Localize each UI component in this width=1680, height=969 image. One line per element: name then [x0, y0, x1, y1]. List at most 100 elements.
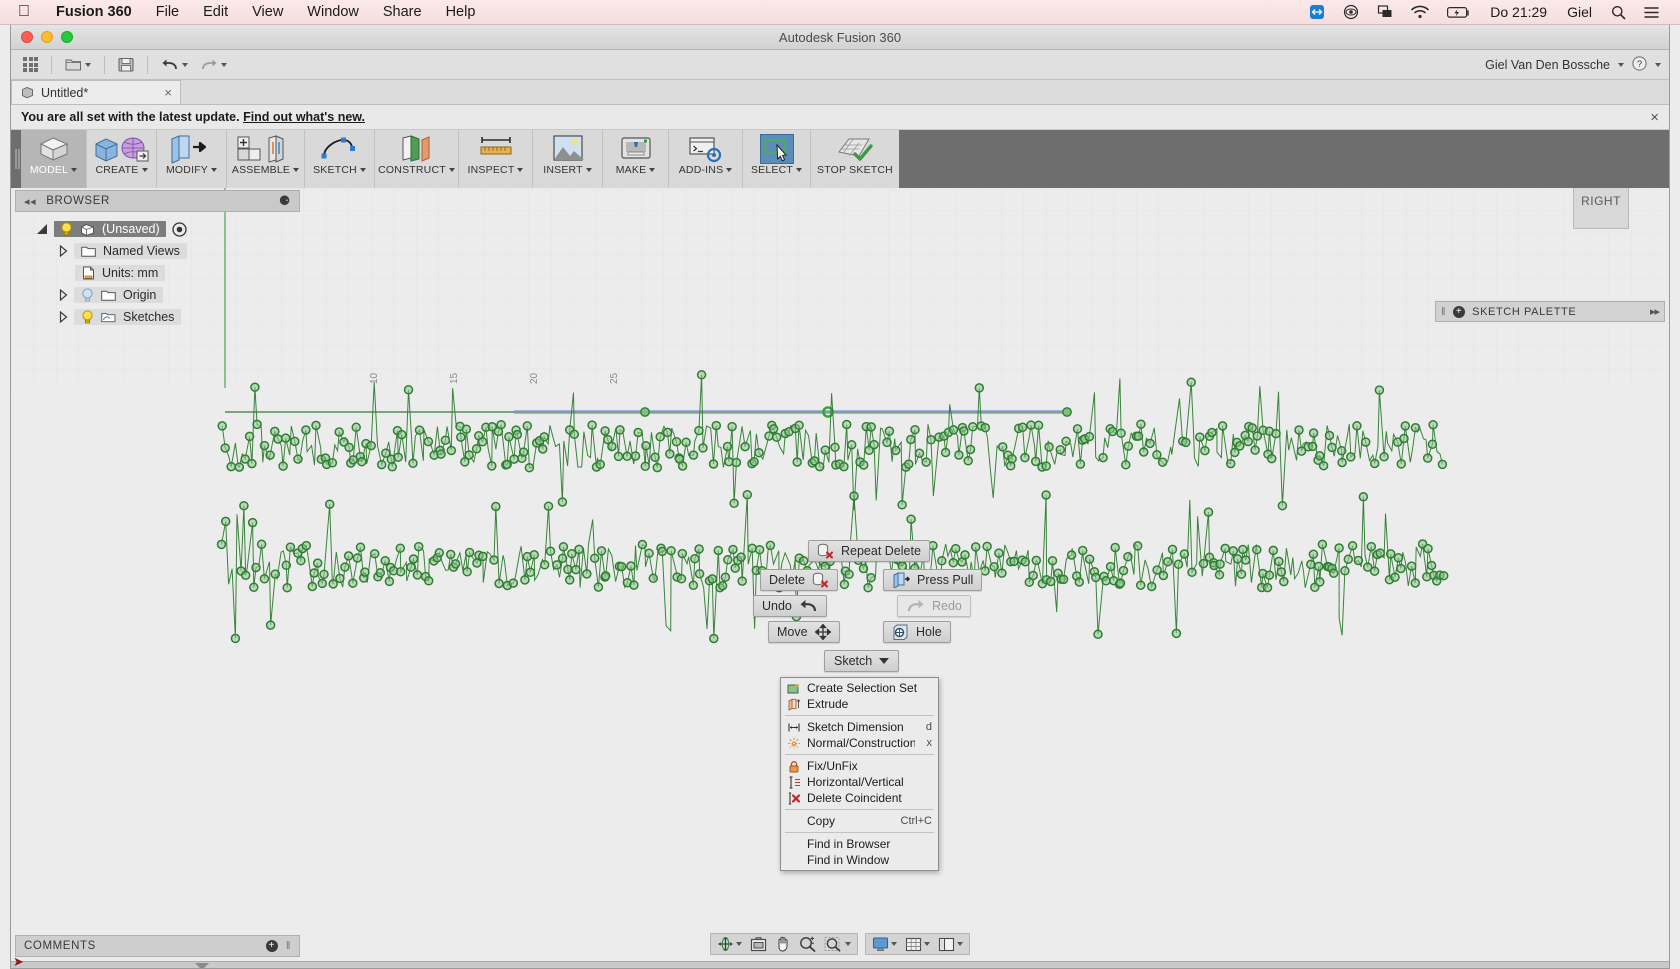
collapse-left-icon[interactable]: ◂◂ [24, 195, 36, 208]
app-grid-icon[interactable] [19, 54, 42, 76]
pan-hand-icon[interactable] [772, 934, 794, 954]
context-menu-item-horizontal-vertical[interactable]: Horizontal/Vertical [781, 774, 938, 790]
sketch-palette-panel[interactable]: ‖ + SKETCH PALETTE ▸▸ [1435, 301, 1665, 322]
notification-link[interactable]: Find out what's new. [243, 110, 365, 124]
user-name-label[interactable]: Giel Van Den Bossche [1485, 58, 1610, 72]
marking-button-move[interactable]: Move [768, 621, 840, 643]
chevron-down-icon[interactable] [879, 658, 890, 664]
expander-closed-icon[interactable] [59, 289, 68, 301]
context-menu-item-fix-unfix[interactable]: Fix/UnFix [781, 758, 938, 774]
drag-grip-icon[interactable]: ‖ [1441, 306, 1446, 318]
ribbon-panel-sketch[interactable]: SKETCH [305, 130, 375, 188]
marking-button-press-pull[interactable]: Press Pull [883, 569, 983, 591]
expand-right-icon[interactable]: ▸▸ [1650, 305, 1660, 318]
chevron-down-icon[interactable] [1618, 62, 1624, 67]
chevron-down-icon[interactable] [85, 62, 91, 67]
add-icon[interactable]: + [1453, 305, 1466, 318]
expander-closed-icon[interactable] [59, 245, 68, 257]
context-menu-item-normal-construction[interactable]: Normal/Construction x [781, 735, 938, 751]
save-icon[interactable] [114, 54, 138, 76]
chevron-down-icon[interactable] [736, 942, 742, 946]
wifi-icon[interactable] [1402, 5, 1438, 19]
chevron-down-icon[interactable] [221, 62, 227, 67]
chevron-down-icon[interactable] [924, 942, 930, 946]
context-menu-item-find-in-browser[interactable]: Find in Browser [781, 836, 938, 852]
menu-item-share[interactable]: Share [371, 4, 434, 20]
add-comment-icon[interactable]: + [265, 940, 278, 952]
redo-icon[interactable] [196, 54, 231, 76]
minimize-panel-icon[interactable]: ⚈ [279, 193, 291, 209]
context-menu-item-copy[interactable]: Copy Ctrl+C [781, 813, 938, 829]
menu-item-edit[interactable]: Edit [191, 4, 240, 20]
ribbon-panel-modify[interactable]: MODIFY [157, 130, 227, 188]
eye-icon[interactable] [1334, 4, 1368, 20]
ribbon-panel-create[interactable]: CREATE [87, 130, 157, 188]
spotlight-search-icon[interactable] [1602, 5, 1635, 20]
comments-panel[interactable]: COMMENTS + ‖ [15, 935, 300, 957]
context-menu-item-find-in-window[interactable]: Find in Window [781, 852, 938, 868]
ribbon-panel-stop-sketch[interactable]: STOP SKETCH [811, 130, 899, 188]
marking-button-delete[interactable]: Delete [760, 569, 839, 591]
workspace-switcher-model[interactable]: MODEL [21, 130, 87, 188]
apple-icon[interactable]:  [18, 4, 30, 20]
browser-item-named-views[interactable]: Named Views [15, 240, 300, 262]
browser-item-units[interactable]: Units: mm [15, 262, 300, 284]
teamviewer-icon[interactable] [1300, 4, 1334, 20]
close-icon[interactable]: × [164, 85, 172, 100]
menu-clock[interactable]: Do 21:29 [1480, 4, 1557, 20]
zoom-window-icon[interactable] [821, 934, 854, 954]
file-new-icon[interactable] [61, 54, 95, 76]
viewports-icon[interactable] [935, 934, 966, 954]
menu-item-view[interactable]: View [240, 4, 295, 20]
browser-item-unsaved[interactable]: (Unsaved) [15, 218, 300, 240]
ribbon-panel-construct[interactable]: CONSTRUCT [375, 130, 459, 188]
activate-component-icon[interactable] [172, 221, 187, 237]
browser-item-sketches[interactable]: Sketches [15, 306, 300, 328]
battery-icon[interactable] [1438, 6, 1480, 19]
chevron-down-icon[interactable] [845, 942, 851, 946]
marking-button-hole[interactable]: Hole [883, 621, 951, 643]
context-menu-item-sketch-dimension[interactable]: Sketch Dimension d [781, 719, 938, 735]
browser-item-origin[interactable]: Origin [15, 284, 300, 306]
screen-mirror-icon[interactable] [1368, 4, 1402, 20]
ribbon-panel-make[interactable]: MAKE [603, 130, 669, 188]
ribbon-panel-addins[interactable]: ADD-INS [669, 130, 743, 188]
sketch-canvas[interactable]: 10 15 20 25 ◂◂ BROWSER ⚈ (Unsaved) Named… [11, 188, 1669, 961]
orbit-icon[interactable] [714, 934, 745, 954]
menu-item-file[interactable]: File [144, 4, 191, 20]
ribbon-panel-select[interactable]: SELECT [743, 130, 811, 188]
menu-item-help[interactable]: Help [434, 4, 488, 20]
document-tab[interactable]: Untitled* × [11, 80, 181, 104]
context-menu[interactable]: Create Selection Set Extrude Sketch Dime… [780, 677, 939, 871]
ribbon-panel-assemble[interactable]: ASSEMBLE [227, 130, 305, 188]
menu-item-window[interactable]: Window [295, 4, 371, 20]
menu-app-name[interactable]: Fusion 360 [44, 4, 144, 20]
chevron-down-icon[interactable] [891, 942, 897, 946]
grid-snap-icon[interactable] [902, 934, 933, 954]
chevron-down-icon[interactable] [1655, 62, 1661, 67]
marking-button-redo[interactable]: Redo [897, 595, 971, 617]
notification-close-icon[interactable]: × [1650, 109, 1659, 126]
fit-view-icon[interactable] [747, 934, 770, 954]
menu-user[interactable]: Giel [1557, 4, 1602, 20]
ribbon-grip[interactable] [11, 130, 21, 188]
chevron-down-icon[interactable] [182, 62, 188, 67]
display-settings-icon[interactable] [869, 934, 900, 954]
view-cube[interactable]: RIGHT [1573, 188, 1629, 229]
context-menu-item-extrude[interactable]: Extrude [781, 696, 938, 712]
control-center-icon[interactable] [1635, 6, 1668, 19]
marking-button-undo[interactable]: Undo [753, 595, 827, 617]
zoom-icon[interactable] [796, 934, 819, 954]
ribbon-panel-insert[interactable]: INSERT [533, 130, 603, 188]
help-icon[interactable]: ? [1632, 55, 1647, 74]
context-menu-item-create-selection-set[interactable]: Create Selection Set [781, 680, 938, 696]
context-menu-item-delete-coincident[interactable]: Delete Coincident [781, 790, 938, 806]
ribbon-panel-inspect[interactable]: INSPECT [459, 130, 533, 188]
marking-button-sketch[interactable]: Sketch [824, 650, 900, 672]
expander-open-icon[interactable] [37, 223, 48, 235]
chevron-down-icon[interactable] [957, 942, 963, 946]
marking-button-repeat-delete[interactable]: Repeat Delete [808, 540, 930, 562]
drag-grip-icon[interactable]: ‖ [286, 940, 291, 952]
undo-icon[interactable] [157, 54, 192, 76]
expander-closed-icon[interactable] [59, 311, 68, 323]
